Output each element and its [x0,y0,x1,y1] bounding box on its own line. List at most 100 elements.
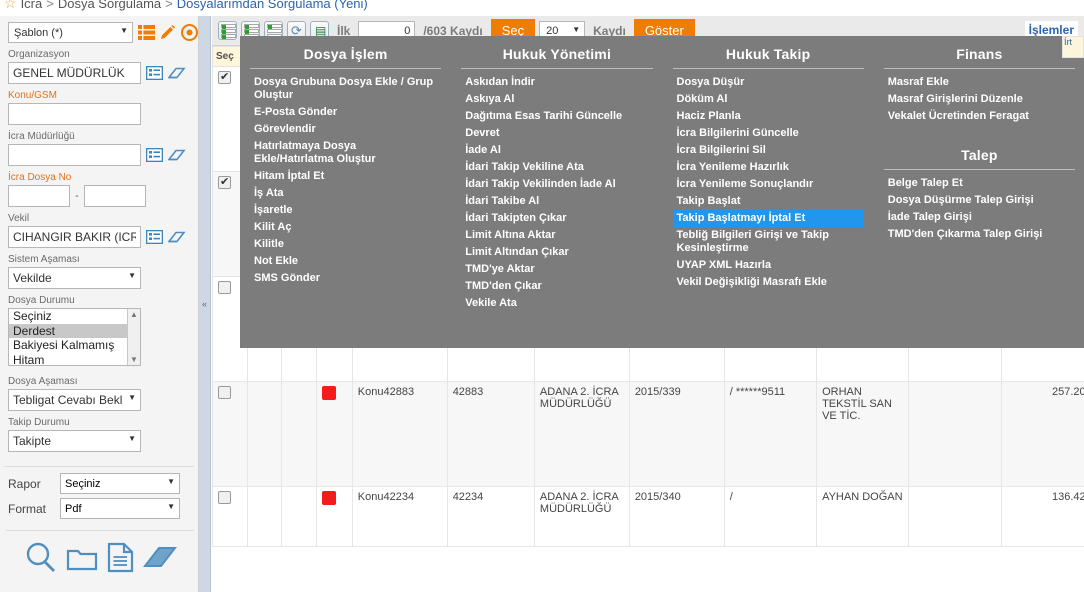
organizasyon-input[interactable] [8,62,141,84]
menu-item[interactable]: İcra Yenileme Sonuçlandır [673,176,864,193]
menu-item[interactable]: İdari Takibe Al [461,193,652,210]
lookup-icon[interactable] [145,65,164,81]
menu-item[interactable]: Haciz Planla [673,108,864,125]
sistem-asamasi-select[interactable]: Vekilde [8,267,141,289]
konu-gsm-input[interactable] [8,103,141,125]
cell-dosya-no[interactable]: 42234 [446,486,535,547]
row-select-cell[interactable] [212,486,248,547]
menu-item[interactable]: TMD'den Çıkar [461,278,652,295]
menu-item[interactable]: UYAP XML Hazırla [673,257,864,274]
menu-item[interactable]: Masraf Girişlerini Düzenle [884,91,1075,108]
dosya-asamasi-select[interactable]: Tebligat Cevabı Bekle [8,389,141,411]
eraser-icon[interactable] [167,67,186,80]
menu-item[interactable]: SMS Gönder [250,270,441,287]
menu-item[interactable]: Dosya Grubuna Dosya Ekle / Grup Oluştur [250,74,441,104]
breadcrumb-item-dosya-sorgulama[interactable]: Dosya Sorgulama [58,0,161,11]
cell-borclu-soyad [908,486,1002,547]
menu-item[interactable]: Hatırlatmaya Dosya Ekle/Hatırlatma Oluşt… [250,138,441,168]
search-icon[interactable] [24,541,57,574]
breadcrumb-item-icra[interactable]: İcra [21,0,43,11]
pencil-icon[interactable] [160,24,176,41]
list-icon[interactable] [138,25,155,40]
menu-item[interactable]: İdari Takipten Çıkar [461,210,652,227]
menu-item[interactable]: Limit Altından Çıkar [461,244,652,261]
menu-item[interactable]: İade Al [461,142,652,159]
menu-item[interactable]: Kilitle [250,236,441,253]
target-icon[interactable] [181,24,198,41]
favorite-star-icon[interactable]: ☆ [4,0,17,12]
row-icon-cell-a [246,381,283,487]
menu-item[interactable]: İcra Bilgilerini Sil [673,142,864,159]
list-item[interactable]: Seçiniz [9,309,140,324]
lookup-icon[interactable] [145,229,164,245]
table-row[interactable]: Konu42234 42234 ADANA 2. İCRA MÜDÜRLÜĞÜ 201… [212,486,1084,547]
menu-item[interactable]: Hitam İptal Et [250,168,441,185]
menu-item[interactable]: Askıya Al [461,91,652,108]
menu-item[interactable]: Vekil Değişikliği Masrafı Ekle [673,274,864,291]
menu-item[interactable]: Dağıtıma Esas Tarihi Güncelle [461,108,652,125]
lookup-icon[interactable] [145,147,164,163]
menu-item[interactable]: İcra Yenileme Hazırlık [673,159,864,176]
menu-item-highlighted[interactable]: Takip Başlatmayı İptal Et [672,210,864,227]
row-checkbox[interactable] [218,281,231,294]
scroll-down-icon[interactable]: ▼ [128,355,140,364]
template-select[interactable]: Şablon (*) [8,22,133,43]
cell-dosya-no[interactable]: 42883 [446,381,535,487]
eraser-icon[interactable] [142,545,177,571]
status-badge-cell [315,381,353,487]
menu-item[interactable]: Görevlendir [250,121,441,138]
islemler-mega-menu[interactable]: Dosya İşlem Dosya Grubuna Dosya Ekle / G… [240,36,1084,348]
list-item-selected[interactable]: Derdest [9,323,140,338]
vekil-input[interactable] [8,226,141,248]
menu-item[interactable]: Belge Talep Et [884,175,1075,192]
menu-item[interactable]: Devret [461,125,652,142]
report-format-box: Rapor Seçiniz Format Pdf [4,466,194,529]
menu-item[interactable]: TMD'ye Aktar [461,261,652,278]
icra-dosya-no-year-input[interactable] [8,185,70,207]
folder-icon[interactable] [66,544,98,572]
listbox-scrollbar[interactable]: ▲ ▼ [127,309,140,365]
list-item[interactable]: Hitam [9,353,140,366]
dosya-durumu-listbox[interactable]: Seçiniz Derdest Bakiyesi Kalmamış Hitam … [8,308,141,366]
menu-item[interactable]: TMD'den Çıkarma Talep Girişi [884,226,1075,243]
row-checkbox[interactable] [218,70,231,84]
select-all-icon[interactable] [218,21,237,40]
document-icon[interactable] [107,542,134,573]
menu-item[interactable]: Döküm Al [673,91,864,108]
sidebar-collapse-handle[interactable]: « [199,16,211,592]
menu-item[interactable]: İşaretle [250,202,441,219]
rapor-select[interactable]: Seçiniz [60,473,180,494]
eraser-icon[interactable] [167,149,186,162]
menu-item[interactable]: Limit Altına Aktar [461,227,652,244]
menu-item[interactable]: Takip Başlat [673,193,864,210]
menu-item[interactable]: İcra Bilgilerini Güncelle [673,125,864,142]
row-checkbox[interactable] [218,491,231,504]
menu-item[interactable]: E-Posta Gönder [250,104,441,121]
menu-item[interactable]: Vekile Ata [461,295,652,312]
menu-item[interactable]: Kilit Aç [250,219,441,236]
list-item[interactable]: Bakiyesi Kalmamış [9,338,140,353]
icra-mudurlugu-input[interactable] [8,144,141,166]
menu-item[interactable]: Dosya Düşürme Talep Girişi [884,192,1075,209]
icra-dosya-no-seq-input[interactable] [83,185,146,207]
breadcrumb-item-current[interactable]: Dosyalarımdan Sorgulama (Yeni) [177,0,368,11]
menu-item[interactable]: İade Talep Girişi [884,209,1075,226]
menu-item[interactable]: Not Ekle [250,253,441,270]
menu-item[interactable]: Vekalet Ücretinden Feragat [884,108,1075,125]
menu-item[interactable]: Masraf Ekle [884,74,1075,91]
menu-item[interactable]: İdari Takip Vekiline Ata [461,159,652,176]
row-checkbox[interactable] [218,386,231,399]
row-select-cell[interactable] [212,381,248,487]
menu-item[interactable]: Askıdan İndir [461,74,652,91]
row-checkbox[interactable] [218,175,231,189]
table-row[interactable]: Konu42883 42883 ADANA 2. İCRA MÜDÜRLÜĞÜ 201… [212,381,1084,487]
format-select[interactable]: Pdf [60,498,180,519]
takip-durumu-select[interactable]: Takipte [8,430,141,452]
field-label: Konu/GSM [8,90,57,101]
menu-item[interactable]: Dosya Düşür [673,74,864,91]
menu-item[interactable]: Tebliğ Bilgileri Girişi ve Takip Kesinle… [673,227,864,257]
menu-item[interactable]: İş Ata [250,185,441,202]
scroll-up-icon[interactable]: ▲ [128,310,140,319]
menu-item[interactable]: İdari Takip Vekilinden İade Al [461,176,652,193]
eraser-icon[interactable] [167,231,186,244]
